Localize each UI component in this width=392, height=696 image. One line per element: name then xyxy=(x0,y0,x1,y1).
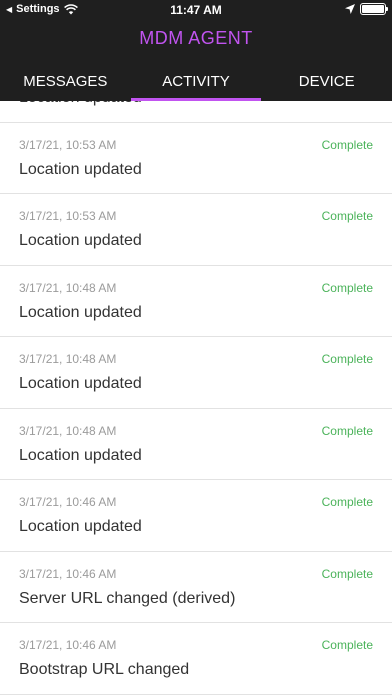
activity-title: Location updated xyxy=(19,518,142,535)
activity-title: Location updated xyxy=(19,232,142,249)
tab-messages[interactable]: MESSAGES xyxy=(0,62,131,101)
list-item[interactable]: 3/17/21, 10:48 AM Complete Location update… xyxy=(0,337,392,409)
status-badge: Complete xyxy=(321,423,373,438)
status-badge: Complete xyxy=(321,280,373,295)
list-item[interactable]: 3/17/21, 10:48 AM Complete Location update… xyxy=(0,409,392,480)
app-header: ◀ Settings 11:47 AM MDM AGENT MESSAGES A… xyxy=(0,0,392,101)
status-badge: Complete xyxy=(321,495,373,509)
activity-title: Location updated xyxy=(19,446,142,464)
list-item[interactable]: 3/17/21, 10:53 AM Complete Location update… xyxy=(0,123,392,194)
status-badge: Complete xyxy=(321,638,373,652)
activity-date: 3/17/21, 10:46 AM xyxy=(19,566,117,581)
activity-title: Location updated xyxy=(19,303,142,321)
tab-device[interactable]: DEVICE xyxy=(261,62,392,101)
battery-icon xyxy=(360,3,388,15)
activity-title: Location updated xyxy=(19,101,142,107)
activity-date: 3/17/21, 10:46 AM xyxy=(19,638,117,652)
status-badge: Complete xyxy=(321,137,373,152)
app-title: MDM AGENT xyxy=(139,28,253,48)
location-arrow-icon xyxy=(345,4,355,14)
activity-title: Bootstrap URL changed xyxy=(19,661,190,678)
list-item[interactable]: 3/17/21, 10:53 AM Complete Location update… xyxy=(0,194,392,266)
list-item[interactable]: 3/17/21, 10:48 AM Complete Location update… xyxy=(0,266,392,337)
activity-title: Location updated xyxy=(19,160,142,178)
status-bar: ◀ Settings 11:47 AM xyxy=(0,0,392,20)
tab-bar: MESSAGES ACTIVITY DEVICE xyxy=(0,62,392,101)
activity-date: 3/17/21, 10:53 AM xyxy=(19,209,117,223)
list-item[interactable]: 3/17/21, 10:46 AM Complete Server URL chan… xyxy=(0,552,392,623)
activity-date: 3/17/21, 10:46 AM xyxy=(19,495,117,509)
list-item[interactable]: Location updated xyxy=(0,101,392,123)
status-badge: Complete xyxy=(321,566,373,581)
activity-title: Server URL changed (derived) xyxy=(19,589,236,607)
status-time: 11:47 AM xyxy=(170,3,222,17)
status-badge: Complete xyxy=(321,352,373,366)
activity-title: Location updated xyxy=(19,375,142,392)
tab-activity[interactable]: ACTIVITY xyxy=(130,62,262,101)
activity-date: 3/17/21, 10:53 AM xyxy=(19,137,117,152)
activity-date: 3/17/21, 10:48 AM xyxy=(19,352,117,366)
status-badge: Complete xyxy=(321,209,373,223)
list-item[interactable]: 3/17/21, 10:46 AM Complete Location update… xyxy=(0,480,392,552)
activity-date: 3/17/21, 10:48 AM xyxy=(19,423,117,438)
activity-list[interactable]: Location updated 3/17/21, 10:53 AM Complet… xyxy=(0,101,392,696)
battery-level xyxy=(362,5,384,13)
activity-date: 3/17/21, 10:48 AM xyxy=(19,280,117,295)
list-item[interactable]: 3/17/21, 10:46 AM Complete Bootstrap URL c… xyxy=(0,623,392,695)
